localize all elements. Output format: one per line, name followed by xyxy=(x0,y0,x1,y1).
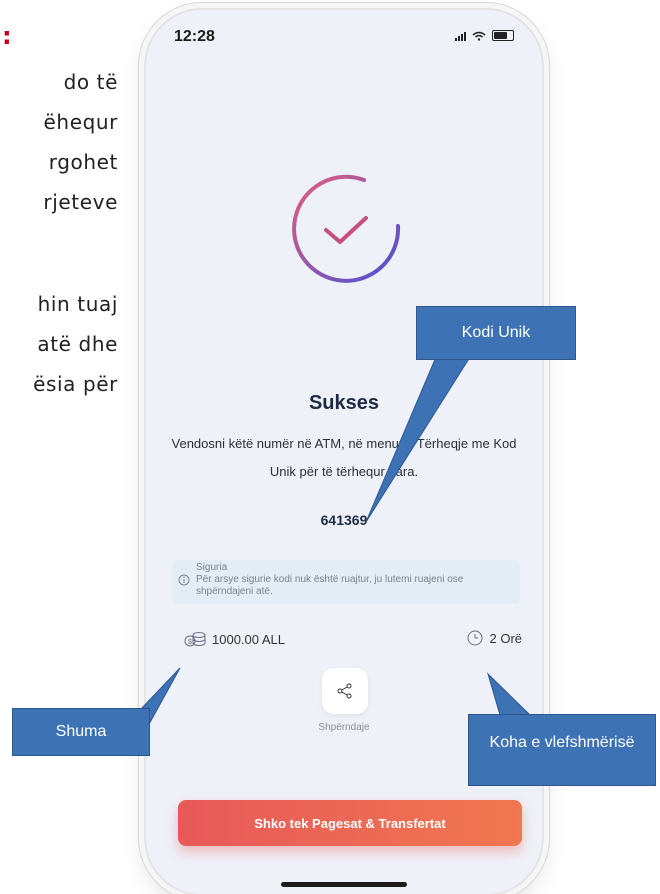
status-icons xyxy=(455,30,514,41)
validity-value: 2 Orë xyxy=(489,630,522,646)
security-title: Siguria xyxy=(196,562,228,573)
doc-line: do të xyxy=(63,70,118,94)
security-notice: Siguria Për arsye sigurie kodi nuk është… xyxy=(172,560,520,604)
doc-line: ëhequr xyxy=(43,110,118,134)
home-indicator xyxy=(281,882,407,887)
callout-koha-vlefshmerise: Koha e vlefshmërisë xyxy=(468,714,656,786)
doc-line: ësia për xyxy=(33,372,118,396)
svg-text:$: $ xyxy=(188,639,192,646)
status-time: 12:28 xyxy=(174,28,215,45)
share-icon xyxy=(337,683,352,699)
check-circle-icon xyxy=(292,174,401,283)
validity-row: 2 Orë xyxy=(467,630,522,646)
unique-code: 641369 xyxy=(320,512,368,528)
go-to-payments-button[interactable]: Shko tek Pagesat & Transfertat xyxy=(178,800,522,846)
security-text: Për arsye sigurie kodi nuk është ruajtur… xyxy=(196,574,464,597)
doc-line: rgohet xyxy=(48,150,118,174)
success-title: Sukses xyxy=(308,392,380,414)
status-bar: 12:28 xyxy=(146,10,542,60)
heading-colon: : xyxy=(2,22,12,50)
callout-kodi-unik: Kodi Unik xyxy=(416,306,576,360)
amount-value: 1000.00 ALL xyxy=(212,631,286,647)
wifi-icon xyxy=(472,31,486,41)
success-description: Vendosni këtë numër në ATM, në menunë Të… xyxy=(171,436,517,479)
battery-icon xyxy=(492,30,514,41)
clock-icon xyxy=(467,630,483,646)
amount-row: $ 1000.00 ALL xyxy=(184,630,285,648)
doc-line: rjeteve xyxy=(43,190,118,214)
signal-icon xyxy=(455,31,466,41)
share-button[interactable] xyxy=(322,668,368,714)
doc-line: hin tuaj xyxy=(37,292,118,316)
coins-icon: $ xyxy=(184,632,206,647)
callout-shuma: Shuma xyxy=(12,708,150,756)
info-icon xyxy=(178,574,190,586)
doc-line: atë dhe xyxy=(37,332,118,356)
document-text-fragment: : do të ëhequr rgohet rjeteve hin tuaj a… xyxy=(0,0,140,460)
